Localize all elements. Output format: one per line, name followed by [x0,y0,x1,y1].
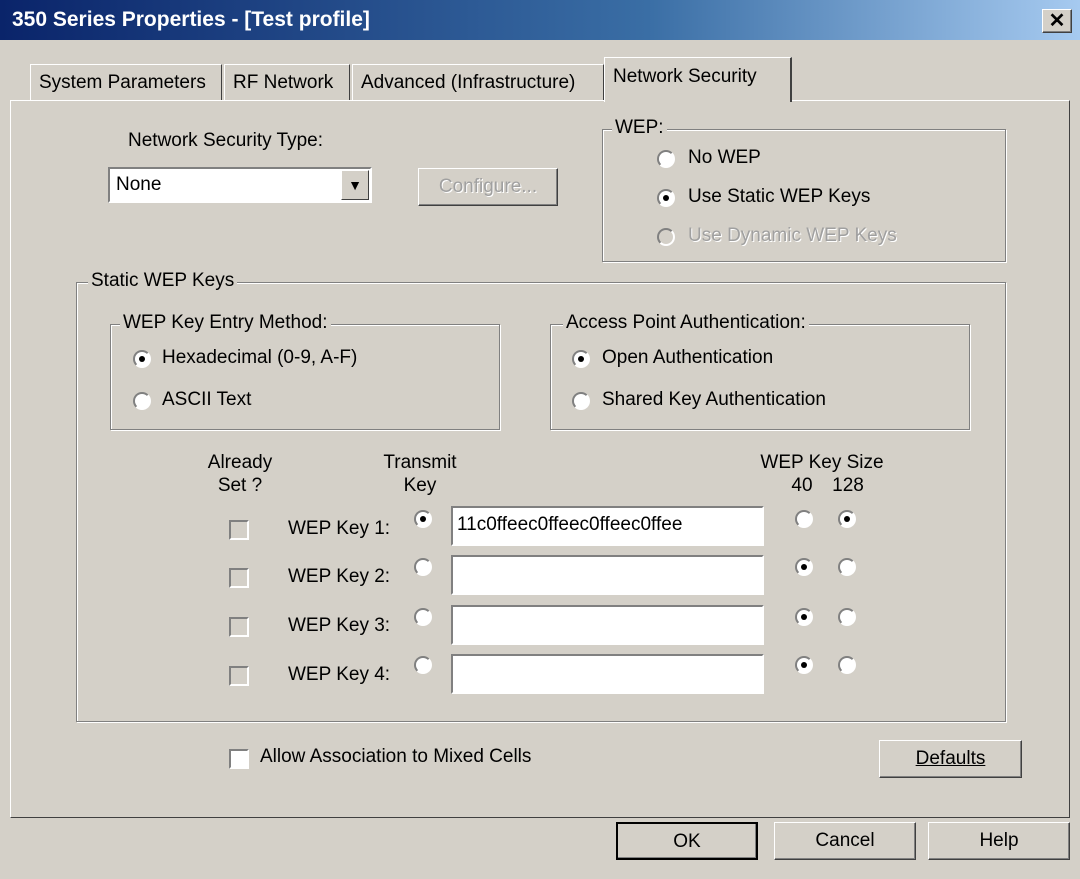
configure-label: Configure... [438,176,538,197]
security-type-value: None [116,174,162,195]
security-type-label: Network Security Type: [128,130,324,151]
dynamic-wep-radio[interactable] [657,228,675,246]
key4-input[interactable] [451,654,764,694]
panel-content: Network Security Type: None ▼ Configure.… [0,0,1080,879]
ascii-radio[interactable] [133,392,151,410]
mixed-cells-checkbox[interactable] [229,749,249,769]
key3-size-128-radio[interactable] [838,608,856,626]
key1-already-set-checkbox[interactable] [229,520,249,540]
ap-auth-legend: Access Point Authentication: [563,312,809,334]
key1-label: WEP Key 1: [288,518,391,539]
ap-auth-group [550,324,970,430]
already-set-header-2: Set ? [217,475,263,496]
key2-already-set-checkbox[interactable] [229,568,249,588]
wep-legend: WEP: [612,117,667,139]
transmit-header-1: Transmit [383,452,457,473]
key3-transmit-radio[interactable] [414,608,432,626]
static-wep-label: Use Static WEP Keys [688,186,871,207]
shared-auth-radio[interactable] [572,392,590,410]
shared-auth-label: Shared Key Authentication [602,389,826,410]
key1-size-128-radio[interactable] [838,510,856,528]
mixed-cells-label: Allow Association to Mixed Cells [260,746,532,767]
key4-size-128-radio[interactable] [838,656,856,674]
key4-size-40-radio[interactable] [795,656,813,674]
key4-transmit-radio[interactable] [414,656,432,674]
key4-already-set-checkbox[interactable] [229,666,249,686]
no-wep-radio[interactable] [657,150,675,168]
key-size-header: WEP Key Size [760,452,884,473]
security-type-select[interactable]: None ▼ [108,167,372,203]
key2-input[interactable] [451,555,764,595]
entry-method-legend: WEP Key Entry Method: [120,312,331,334]
static-wep-radio[interactable] [657,189,675,207]
key2-transmit-radio[interactable] [414,558,432,576]
no-wep-label: No WEP [688,147,761,168]
static-wep-legend: Static WEP Keys [88,270,238,292]
already-set-header-1: Already [207,452,273,473]
transmit-header-2: Key [403,475,437,496]
size-40-header: 40 [791,475,813,496]
open-auth-radio[interactable] [572,350,590,368]
key3-size-40-radio[interactable] [795,608,813,626]
dynamic-wep-label: Use Dynamic WEP Keys [688,225,897,246]
open-auth-label: Open Authentication [602,347,774,368]
defaults-button[interactable]: Defaults [879,740,1022,778]
size-128-header: 128 [832,475,864,496]
key4-label: WEP Key 4: [288,664,391,685]
hex-radio[interactable] [133,350,151,368]
hex-label: Hexadecimal (0-9, A-F) [162,347,358,368]
defaults-label: Defaults [915,748,986,769]
key2-size-128-radio[interactable] [838,558,856,576]
key2-size-40-radio[interactable] [795,558,813,576]
key3-label: WEP Key 3: [288,615,391,636]
dropdown-arrow-icon[interactable]: ▼ [341,170,369,200]
key3-input[interactable] [451,605,764,645]
key1-transmit-radio[interactable] [414,510,432,528]
key1-size-40-radio[interactable] [795,510,813,528]
key2-label: WEP Key 2: [288,566,391,587]
configure-button[interactable]: Configure... [418,168,558,206]
key1-input[interactable]: 11c0ffeec0ffeec0ffeec0ffee [451,506,764,546]
entry-method-group [110,324,500,430]
key3-already-set-checkbox[interactable] [229,617,249,637]
ascii-label: ASCII Text [162,389,252,410]
